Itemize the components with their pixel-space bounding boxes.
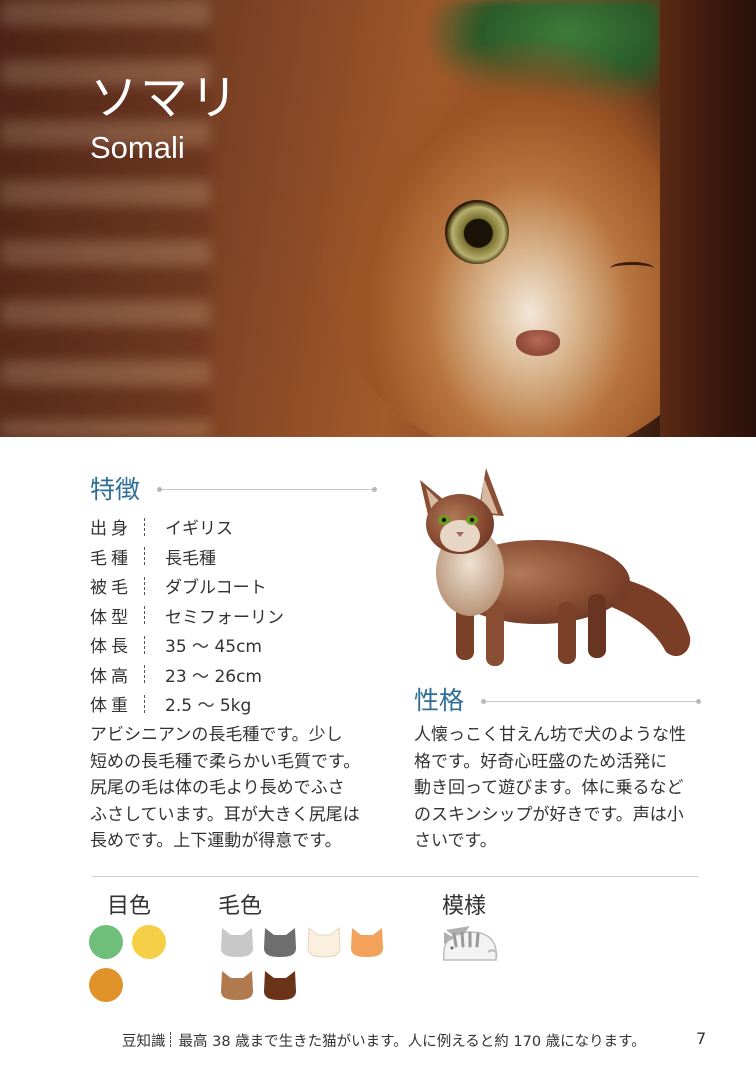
- spec-row: 体高 23 〜 26cm: [90, 660, 284, 690]
- features-description-line: 短めの長毛種で柔らかい毛質です。: [90, 751, 361, 772]
- features-heading-rule: [157, 487, 377, 492]
- spec-separator: [144, 694, 155, 713]
- spec-label: 体型: [90, 607, 132, 628]
- features-description-line: ふさしています。耳が大きく尻尾は: [90, 804, 360, 825]
- breed-title-en: Somali: [90, 130, 185, 165]
- spec-separator: [144, 517, 155, 536]
- trivia-text: 最高 38 歳まで生きた猫がいます。人に例えると約 170 歳になります。: [178, 1034, 646, 1050]
- spec-value: ダブルコート: [165, 578, 267, 599]
- spec-separator: [144, 665, 155, 684]
- spec-label: 体長: [90, 637, 132, 658]
- somali-cat-illustration: [420, 468, 691, 666]
- features-description-line: 長めです。上下運動が得意です。: [90, 831, 342, 851]
- personality-description-line: のスキンシップが好きです。声は小: [414, 804, 684, 825]
- spec-value: 2.5 〜 5kg: [165, 696, 252, 717]
- cat-head-icon: [264, 928, 296, 957]
- cat-head-icon: [351, 928, 383, 957]
- eye-color-label: 目色: [107, 894, 152, 919]
- spec-row: 体重 2.5 〜 5kg: [90, 689, 284, 719]
- cat-head-icon: [221, 971, 253, 1000]
- eye-color-swatch: [89, 925, 123, 959]
- spec-value: イギリス: [165, 519, 233, 540]
- spec-row: 出身 イギリス: [90, 512, 284, 542]
- coat-color-label: 毛色: [218, 894, 263, 919]
- spec-separator: [144, 635, 155, 654]
- spec-value: 23 〜 26cm: [165, 666, 262, 687]
- personality-description-line: 格です。好奇心旺盛のため活発に: [414, 751, 668, 772]
- spec-list: 出身 イギリス 毛種 長毛種 被毛 ダブルコート 体型 セミフォーリン 体長 35 〜 4…: [90, 512, 284, 719]
- features-description-line: アビシニアンの長毛種です。少し: [90, 725, 343, 745]
- spec-row: 体長 35 〜 45cm: [90, 630, 284, 660]
- spec-row: 毛種 長毛種: [90, 542, 284, 572]
- spec-row: 被毛 ダブルコート: [90, 571, 284, 601]
- spec-label: 毛種: [90, 548, 132, 569]
- tabby-cat-icon: [442, 926, 498, 961]
- spec-row: 体型 セミフォーリン: [90, 601, 284, 631]
- cat-closed-eye: [610, 262, 654, 275]
- hero-image: ソマリ Somali: [0, 0, 756, 437]
- spec-separator: [144, 547, 155, 566]
- spec-separator: [144, 606, 155, 625]
- spec-label: 被毛: [90, 578, 132, 599]
- personality-description: 人懐っこく甘えん坊で犬のような性 格です。好奇心旺盛のため活発に 動き回って遊び…: [414, 722, 714, 855]
- personality-heading: 性格: [414, 686, 465, 715]
- features-description: アビシニアンの長毛種です。少し 短めの長毛種で柔らかい毛質です。 尻尾の毛は体の…: [90, 722, 390, 855]
- door-frame: [660, 0, 756, 437]
- features-description-line: 尻尾の毛は体の毛より長めでふさ: [90, 778, 345, 798]
- spec-value: セミフォーリン: [165, 607, 284, 628]
- spec-value: 35 〜 45cm: [165, 637, 262, 658]
- trivia-label: 豆知識: [122, 1034, 166, 1050]
- section-divider: [92, 876, 698, 877]
- cat-head-icon: [264, 971, 296, 1000]
- spec-value: 長毛種: [165, 548, 216, 569]
- cat-nose: [516, 330, 560, 356]
- personality-heading-rule: [481, 699, 701, 704]
- trivia-separator: [169, 1032, 179, 1047]
- page-number: 7: [696, 1029, 707, 1048]
- cat-head-icon: [221, 928, 253, 957]
- spec-separator: [144, 576, 155, 595]
- trivia-footer: 豆知識 最高 38 歳まで生きた猫がいます。人に例えると約 170 歳になります…: [122, 1030, 646, 1051]
- eye-color-swatch: [89, 968, 123, 1002]
- cat-head-icon: [307, 927, 341, 958]
- spec-label: 体重: [90, 696, 132, 717]
- personality-description-line: さいです。: [414, 831, 497, 851]
- features-heading: 特徴: [90, 475, 141, 504]
- spec-label: 出身: [90, 519, 132, 540]
- eye-color-swatch: [132, 925, 166, 959]
- personality-description-line: 動き回って遊びます。体に乗るなど: [414, 778, 684, 798]
- personality-description-line: 人懐っこく甘えん坊で犬のような性: [414, 725, 686, 745]
- breed-title-ja: ソマリ: [90, 70, 241, 126]
- spec-label: 体高: [90, 666, 132, 687]
- cat-eye: [445, 200, 509, 264]
- pattern-label: 模様: [442, 894, 487, 919]
